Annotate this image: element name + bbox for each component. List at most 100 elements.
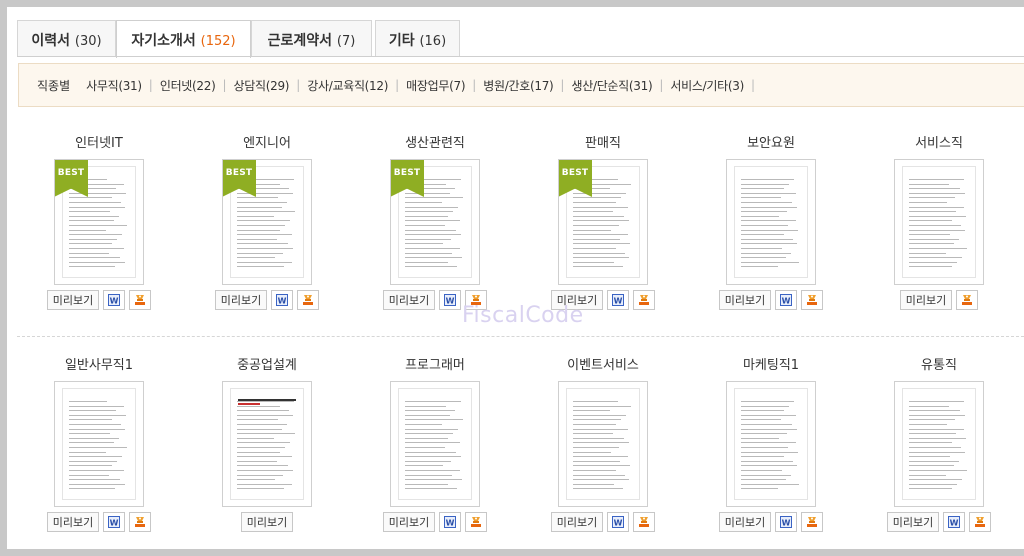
template-title: 프로그래머: [405, 358, 465, 373]
template-card: 중공업설계미리보기: [212, 357, 322, 532]
template-title: 이벤트서비스: [567, 358, 639, 373]
tab-etc[interactable]: 기타 (16): [375, 20, 460, 56]
preview-button[interactable]: 미리보기: [886, 512, 940, 532]
hwp-icon: [961, 291, 973, 310]
tab-labor-contract[interactable]: 근로계약서 (7): [251, 20, 372, 56]
preview-button[interactable]: 미리보기: [718, 512, 772, 532]
word-download-button[interactable]: W: [103, 290, 126, 310]
hwp-icon: [302, 291, 314, 310]
template-card: 생산관련직 BEST 미리보기 W: [380, 135, 490, 310]
template-title: 유통직: [921, 358, 957, 373]
document-thumbnail[interactable]: BEST: [222, 159, 312, 285]
document-page: [230, 388, 304, 500]
hwp-download-button[interactable]: [801, 512, 824, 532]
svg-text:W: W: [110, 518, 119, 527]
word-download-button[interactable]: W: [103, 512, 126, 532]
filter-item[interactable]: 인터넷(22): [160, 77, 216, 94]
filter-item[interactable]: 상담직(29): [234, 77, 290, 94]
word-download-button[interactable]: W: [607, 512, 630, 532]
separator: |: [148, 78, 153, 92]
template-card: 마케팅직1 미리보기 W: [716, 357, 826, 532]
document-thumbnail[interactable]: BEST: [390, 159, 480, 285]
preview-button[interactable]: 미리보기: [382, 512, 436, 532]
filter-item[interactable]: 서비스/기타(3): [670, 77, 744, 94]
hwp-icon: [470, 513, 482, 532]
preview-button[interactable]: 미리보기: [46, 290, 100, 310]
preview-button[interactable]: 미리보기: [214, 290, 268, 310]
tab-cover-letter[interactable]: 자기소개서 (152): [116, 20, 251, 58]
row-divider: [17, 336, 1024, 337]
document-page: [902, 166, 976, 278]
preview-button[interactable]: 미리보기: [718, 290, 772, 310]
word-download-button[interactable]: W: [607, 290, 630, 310]
card-actions: 미리보기: [884, 290, 994, 310]
separator: |: [560, 78, 565, 92]
hwp-icon: [974, 513, 986, 532]
hwp-download-button[interactable]: [633, 512, 656, 532]
tab-resume[interactable]: 이력서 (30): [17, 20, 116, 56]
svg-text:W: W: [782, 518, 791, 527]
document-thumbnail[interactable]: [390, 381, 480, 507]
word-download-button[interactable]: W: [439, 290, 462, 310]
document-thumbnail[interactable]: BEST: [558, 159, 648, 285]
word-download-button[interactable]: W: [439, 512, 462, 532]
word-icon: W: [612, 291, 625, 310]
hwp-icon: [134, 291, 146, 310]
hwp-download-button[interactable]: [297, 290, 320, 310]
filter-item[interactable]: 강사/교육직(12): [307, 77, 388, 94]
word-icon: W: [444, 513, 457, 532]
document-thumbnail[interactable]: [726, 159, 816, 285]
preview-button[interactable]: 미리보기: [550, 512, 604, 532]
document-thumbnail[interactable]: [222, 381, 312, 507]
best-label: BEST: [393, 168, 421, 178]
card-actions: 미리보기 W: [716, 290, 826, 310]
word-download-button[interactable]: W: [775, 290, 798, 310]
hwp-icon: [806, 513, 818, 532]
tab-label: 근로계약서: [267, 33, 333, 49]
template-title: 중공업설계: [237, 358, 297, 373]
hwp-download-button[interactable]: [465, 512, 488, 532]
document-thumbnail[interactable]: [558, 381, 648, 507]
preview-button[interactable]: 미리보기: [899, 290, 953, 310]
svg-text:W: W: [110, 296, 119, 305]
hwp-download-button[interactable]: [129, 290, 152, 310]
word-download-button[interactable]: W: [271, 290, 294, 310]
template-card: 보안요원미리보기 W: [716, 135, 826, 310]
separator: |: [395, 78, 400, 92]
template-card: 프로그래머미리보기 W: [380, 357, 490, 532]
word-download-button[interactable]: W: [775, 512, 798, 532]
template-card: 이벤트서비스미리보기 W: [548, 357, 658, 532]
document-thumbnail[interactable]: [726, 381, 816, 507]
word-icon: W: [444, 291, 457, 310]
card-actions: 미리보기 W: [548, 512, 658, 532]
separator: |: [222, 78, 227, 92]
template-title: 인터넷IT: [75, 136, 123, 151]
tab-count: (16): [419, 34, 447, 49]
card-actions: 미리보기: [212, 512, 322, 532]
word-download-button[interactable]: W: [943, 512, 966, 532]
filter-item[interactable]: 병원/간호(17): [483, 77, 553, 94]
hwp-download-button[interactable]: [969, 512, 992, 532]
filter-label: 직종별: [37, 78, 71, 93]
svg-text:W: W: [950, 518, 959, 527]
hwp-download-button[interactable]: [633, 290, 656, 310]
card-actions: 미리보기 W: [212, 290, 322, 310]
document-thumbnail[interactable]: [894, 381, 984, 507]
filter-item[interactable]: 생산/단순직(31): [571, 77, 652, 94]
svg-text:W: W: [446, 296, 455, 305]
document-thumbnail[interactable]: [894, 159, 984, 285]
preview-button[interactable]: 미리보기: [240, 512, 294, 532]
hwp-download-button[interactable]: [129, 512, 152, 532]
document-thumbnail[interactable]: [54, 381, 144, 507]
template-title: 일반사무직1: [64, 358, 134, 373]
hwp-download-button[interactable]: [956, 290, 979, 310]
filter-item[interactable]: 매장업무(7): [406, 77, 465, 94]
filter-item[interactable]: 사무직(31): [86, 77, 142, 94]
preview-button[interactable]: 미리보기: [382, 290, 436, 310]
template-title: 보안요원: [747, 136, 795, 151]
document-thumbnail[interactable]: BEST: [54, 159, 144, 285]
hwp-download-button[interactable]: [801, 290, 824, 310]
template-title: 생산관련직: [405, 136, 465, 151]
preview-button[interactable]: 미리보기: [46, 512, 100, 532]
word-icon: W: [780, 291, 793, 310]
